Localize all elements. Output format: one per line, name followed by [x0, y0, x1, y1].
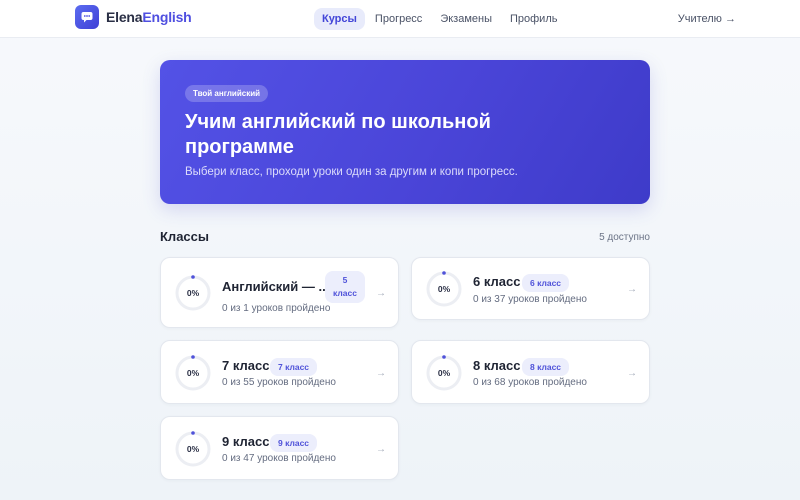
course-card-5[interactable]: 0% Английский — ... 5 класс 0 из 1 уроко…: [160, 257, 399, 328]
grade-badge: 7 класс: [270, 358, 318, 376]
progress-percent: 0%: [437, 368, 451, 378]
course-title: 9 класс: [222, 434, 270, 449]
nav-profile[interactable]: Профиль: [502, 8, 566, 30]
lessons-progress: 0 из 47 уроков пройдено: [222, 453, 336, 464]
progress-ring: 0%: [174, 354, 212, 392]
grade-badge: 9 класс: [270, 434, 318, 452]
course-card-6[interactable]: 0% 6 класс 6 класс 0 из 37 уроков пройде…: [411, 257, 650, 320]
progress-percent: 0%: [186, 444, 200, 454]
logo-text: ElenaEnglish: [106, 9, 192, 25]
arrow-right-icon: →: [376, 288, 386, 299]
main-nav: Курсы Прогресс Экзамены Профиль: [314, 8, 567, 30]
progress-ring: 0%: [174, 430, 212, 468]
teacher-link[interactable]: Учителю →: [678, 13, 736, 25]
progress-percent: 0%: [186, 288, 200, 298]
progress-ring: 0%: [425, 270, 463, 308]
course-card-7[interactable]: 0% 7 класс 7 класс 0 из 55 уроков пройде…: [160, 340, 399, 404]
lessons-progress: 0 из 55 уроков пройдено: [222, 377, 336, 388]
grade-badge-line1: 5: [342, 275, 348, 285]
course-card-9[interactable]: 0% 9 класс 9 класс 0 из 47 уроков пройде…: [160, 416, 399, 480]
arrow-right-icon: →: [376, 444, 386, 455]
lessons-progress: 0 из 1 уроков пройдено: [222, 303, 331, 314]
course-title: 6 класс: [473, 274, 521, 289]
logo-text-accent: English: [142, 9, 192, 25]
grade-badge: 8 класс: [522, 358, 570, 376]
course-title: 7 класс: [222, 358, 270, 373]
grade-badge-line2: класс: [333, 288, 357, 298]
progress-percent: 0%: [186, 368, 200, 378]
progress-percent: 0%: [437, 284, 451, 294]
nav-exams[interactable]: Экзамены: [432, 8, 500, 30]
section-title: Классы: [160, 229, 209, 244]
section-count: 5 доступно: [599, 232, 650, 243]
progress-ring: 0%: [174, 274, 212, 312]
course-card-8[interactable]: 0% 8 класс 8 класс 0 из 68 уроков пройде…: [411, 340, 650, 404]
lessons-progress: 0 из 37 уроков пройдено: [473, 294, 587, 305]
chat-bubble-icon: [75, 5, 99, 29]
progress-ring: 0%: [425, 354, 463, 392]
arrow-right-icon: →: [376, 368, 386, 379]
arrow-right-icon: →: [627, 368, 637, 379]
nav-progress[interactable]: Прогресс: [367, 8, 430, 30]
top-bar: ElenaEnglish Курсы Прогресс Экзамены Про…: [0, 0, 800, 38]
hero-title: Учим английский по школьной программе: [185, 111, 491, 158]
logo[interactable]: ElenaEnglish: [75, 5, 192, 29]
logo-text-primary: Elena: [106, 9, 143, 25]
arrow-right-icon: →: [627, 284, 637, 295]
hero-subtitle: Выбери класс, проходи уроки один за друг…: [185, 166, 518, 178]
hero-badge: Твой английский: [185, 85, 269, 102]
hero-banner: Твой английский Учим английский по школь…: [160, 60, 650, 204]
lessons-progress: 0 из 68 уроков пройдено: [473, 377, 587, 388]
grade-badge: 5 класс: [325, 271, 365, 303]
nav-courses[interactable]: Курсы: [314, 8, 365, 30]
course-title: Английский — ...: [222, 279, 330, 294]
grade-badge: 6 класс: [522, 274, 570, 292]
course-title: 8 класс: [473, 358, 521, 373]
